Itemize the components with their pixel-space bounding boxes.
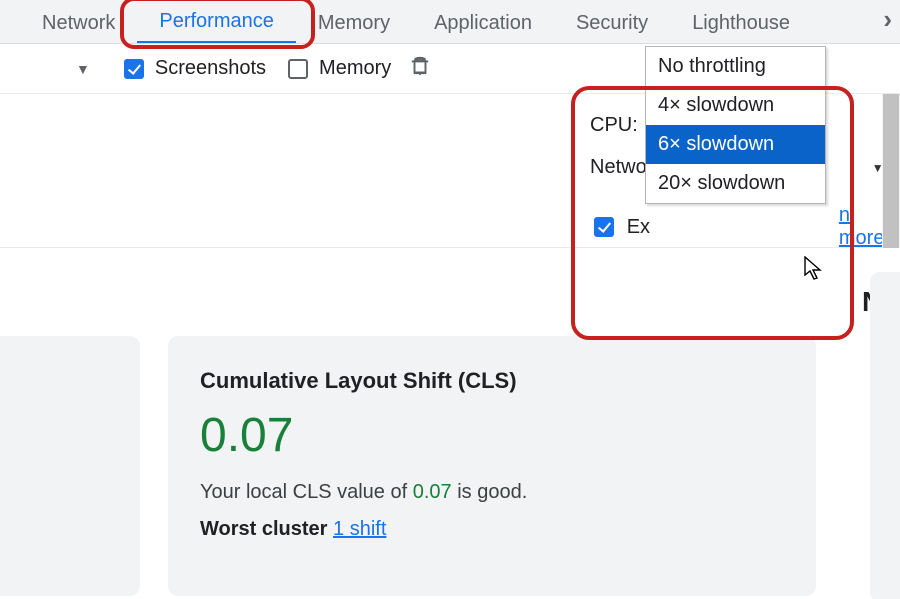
metric-card-right-partial	[870, 272, 900, 599]
cls-assessment-text: Your local CLS value of 0.07 is good.	[200, 481, 784, 504]
devtools-tabstrip: Network Performance Memory Application S…	[0, 0, 900, 44]
metric-card-left-partial	[0, 336, 140, 596]
memory-label: Memory	[319, 57, 391, 80]
cls-title: Cumulative Layout Shift (CLS)	[200, 368, 784, 394]
cls-text-pre: Your local CLS value of	[200, 481, 413, 503]
cpu-label: CPU:	[590, 114, 638, 137]
metrics-area: Ne Cumulative Layout Shift (CLS) 0.07 Yo…	[0, 248, 900, 599]
cpu-option-4x[interactable]: 4× slowdown	[646, 86, 825, 125]
cpu-option-no-throttling[interactable]: No throttling	[646, 47, 825, 86]
worst-cluster-link[interactable]: 1 shift	[333, 518, 386, 540]
cpu-option-6x[interactable]: 6× slowdown	[646, 125, 825, 164]
network-label-partial: Netwo	[590, 156, 647, 179]
tab-lighthouse[interactable]: Lighthouse	[670, 4, 812, 43]
toolbar-dropdown-icon[interactable]: ▼	[70, 59, 96, 79]
more-tabs-icon[interactable]: ›	[867, 0, 900, 43]
extension-checkbox[interactable]	[594, 217, 614, 237]
screenshots-label: Screenshots	[155, 57, 266, 80]
tab-application[interactable]: Application	[412, 4, 554, 43]
memory-toggle[interactable]: Memory	[284, 56, 391, 82]
cls-value: 0.07	[200, 408, 784, 463]
screenshots-toggle[interactable]: Screenshots	[120, 56, 266, 82]
cls-worst-cluster: Worst cluster 1 shift	[200, 518, 784, 541]
cls-text-value: 0.07	[413, 481, 452, 503]
memory-checkbox[interactable]	[288, 59, 308, 79]
extension-row: Ex n more	[590, 204, 900, 250]
cpu-throttling-dropdown[interactable]: No throttling 4× slowdown 6× slowdown 20…	[645, 46, 826, 204]
clear-icon[interactable]	[409, 55, 431, 83]
extension-label-partial: Ex	[627, 216, 650, 239]
cpu-option-20x[interactable]: 20× slowdown	[646, 164, 825, 203]
tab-security[interactable]: Security	[554, 4, 670, 43]
screenshots-checkbox[interactable]	[124, 59, 144, 79]
tab-network[interactable]: Network	[20, 4, 137, 43]
cls-text-post: is good.	[452, 481, 528, 503]
tab-performance[interactable]: Performance	[137, 2, 296, 43]
worst-cluster-label: Worst cluster	[200, 518, 327, 540]
mouse-cursor-icon	[804, 256, 824, 282]
cls-card: Cumulative Layout Shift (CLS) 0.07 Your …	[168, 336, 816, 596]
tab-memory[interactable]: Memory	[296, 4, 412, 43]
